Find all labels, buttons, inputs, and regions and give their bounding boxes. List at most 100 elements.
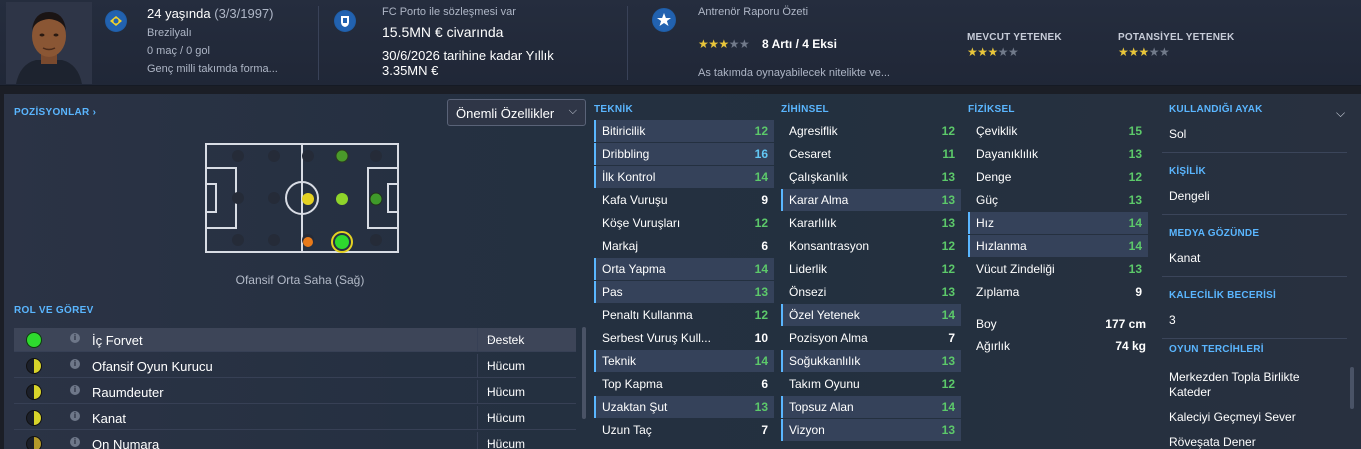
- position-dot: [232, 150, 244, 162]
- attribute-row[interactable]: Dribbling 16: [594, 143, 774, 165]
- info-icon[interactable]: i: [70, 359, 80, 369]
- role-row[interactable]: i Kanat Hücum ⌵: [14, 406, 576, 430]
- attribute-row[interactable]: Topsuz Alan 14: [781, 396, 961, 418]
- attribute-row[interactable]: Karar Alma 13: [781, 189, 961, 211]
- role-name: Ofansif Oyun Kurucu: [92, 359, 213, 374]
- positions-title[interactable]: POZİSYONLAR ›: [14, 107, 96, 118]
- profile-divider: [1162, 152, 1347, 153]
- personality-value: Dengeli: [1169, 189, 1210, 203]
- attribute-row[interactable]: Çeviklik 15: [968, 120, 1148, 142]
- header-divider: [318, 6, 319, 80]
- duty-dropdown[interactable]: Hücum ⌵: [477, 354, 576, 378]
- duty-dropdown[interactable]: Hücum ⌵: [477, 406, 576, 430]
- attribute-name: Markaj: [602, 239, 639, 253]
- role-row[interactable]: i On Numara Hücum ⌵: [14, 432, 576, 449]
- attribute-row[interactable]: Hız 14: [968, 212, 1148, 234]
- attribute-row[interactable]: Soğukkanlılık 13: [781, 350, 961, 372]
- attribute-row[interactable]: Serbest Vuruş Kull... 10: [594, 327, 774, 349]
- chevron-down-icon[interactable]: ⌵: [1336, 106, 1345, 121]
- attribute-value: 6: [761, 377, 768, 391]
- role-row[interactable]: i Ofansif Oyun Kurucu Hücum ⌵: [14, 354, 576, 378]
- attribute-name: Takım Oyunu: [789, 377, 860, 391]
- birth-date: (3/3/1997): [214, 6, 274, 21]
- coach-report-note[interactable]: As takımda oynayabilecek nitelikte ve...: [698, 67, 890, 79]
- attribute-row[interactable]: Penaltı Kullanma 12: [594, 304, 774, 326]
- attribute-row[interactable]: Vücut Zindeliği 13: [968, 258, 1148, 280]
- attribute-row[interactable]: Agresiflik 12: [781, 120, 961, 142]
- attribute-row[interactable]: Kararlılık 13: [781, 212, 961, 234]
- attribute-row[interactable]: Vizyon 13: [781, 419, 961, 441]
- role-row[interactable]: i İç Forvet Destek ⌵: [14, 328, 576, 352]
- attribute-row[interactable]: Dayanıklılık 13: [968, 143, 1148, 165]
- attribute-row[interactable]: Zıplama 9: [968, 281, 1148, 303]
- attribute-filter-dropdown[interactable]: Önemli Özellikler ⌵: [447, 99, 586, 126]
- flag-badge-icon: [105, 10, 127, 32]
- attribute-value: 12: [941, 239, 955, 253]
- attribute-row[interactable]: Önsezi 13: [781, 281, 961, 303]
- weight-label: Ağırlık: [976, 339, 1011, 353]
- contract-line-1: 30/6/2026 tarihine kadar Yıllık: [382, 48, 554, 63]
- role-row[interactable]: i Raumdeuter Hücum ⌵: [14, 380, 576, 404]
- attribute-name: Bitiricilik: [602, 124, 646, 138]
- attribute-name: Liderlik: [789, 262, 828, 276]
- chevron-down-icon: ⌵: [487, 410, 496, 422]
- attribute-row[interactable]: Teknik 14: [594, 350, 774, 372]
- attribute-row[interactable]: Takım Oyunu 12: [781, 373, 961, 395]
- attribute-value: 14: [1128, 216, 1142, 230]
- attribute-row[interactable]: Liderlik 12: [781, 258, 961, 280]
- info-icon[interactable]: i: [70, 411, 80, 421]
- attribute-row[interactable]: Markaj 6: [594, 235, 774, 257]
- attribute-value: 13: [941, 216, 955, 230]
- attribute-value: 13: [754, 400, 768, 414]
- traits-scrollbar[interactable]: [1350, 367, 1354, 409]
- info-icon[interactable]: i: [70, 385, 80, 395]
- attribute-row[interactable]: Pas 13: [594, 281, 774, 303]
- attribute-name: İlk Kontrol: [602, 170, 656, 184]
- attribute-row[interactable]: Güç 13: [968, 189, 1148, 211]
- info-icon[interactable]: i: [70, 333, 80, 343]
- attribute-value: 14: [941, 308, 955, 322]
- attribute-row[interactable]: Pozisyon Alma 7: [781, 327, 961, 349]
- duty-dropdown[interactable]: Hücum ⌵: [477, 380, 576, 404]
- attribute-row[interactable]: Top Kapma 6: [594, 373, 774, 395]
- duty-dropdown[interactable]: Destek ⌵: [477, 328, 576, 352]
- attribute-value: 14: [1128, 239, 1142, 253]
- attribute-row[interactable]: Orta Yapma 14: [594, 258, 774, 280]
- position-dot: [302, 150, 314, 162]
- attribute-value: 12: [754, 216, 768, 230]
- position-dot: [370, 234, 382, 246]
- attribute-row[interactable]: Denge 12: [968, 166, 1148, 188]
- chevron-down-icon: ⌵: [568, 105, 577, 117]
- attribute-row[interactable]: Çalışkanlık 13: [781, 166, 961, 188]
- roles-scrollbar[interactable]: [582, 327, 586, 419]
- height-row: Boy 177 cm: [968, 313, 1154, 335]
- duty-dropdown[interactable]: Hücum ⌵: [477, 432, 576, 449]
- attribute-name: Teknik: [602, 354, 637, 368]
- attribute-row[interactable]: Köşe Vuruşları 12: [594, 212, 774, 234]
- role-name: Raumdeuter: [92, 385, 164, 400]
- preferred-foot-value: Sol: [1169, 127, 1187, 141]
- attribute-value: 9: [761, 193, 768, 207]
- info-icon[interactable]: i: [70, 437, 80, 447]
- youth-international-note[interactable]: Genç milli takımda forma...: [147, 63, 278, 75]
- attribute-name: Vücut Zindeliği: [976, 262, 1055, 276]
- attribute-value: 14: [754, 354, 768, 368]
- attribute-row[interactable]: Uzun Taç 7: [594, 419, 774, 441]
- coach-report-title[interactable]: Antrenör Raporu Özeti: [698, 6, 808, 18]
- role-suitability-icon: [26, 384, 42, 400]
- attribute-row[interactable]: Özel Yetenek 14: [781, 304, 961, 326]
- attribute-row[interactable]: Kafa Vuruşu 9: [594, 189, 774, 211]
- attribute-row[interactable]: Hızlanma 14: [968, 235, 1148, 257]
- attribute-row[interactable]: Bitiricilik 12: [594, 120, 774, 142]
- attribute-name: Pas: [602, 285, 623, 299]
- header-divider: [627, 6, 628, 80]
- attribute-row[interactable]: Cesaret 11: [781, 143, 961, 165]
- attribute-name: Serbest Vuruş Kull...: [602, 331, 711, 345]
- attribute-value: 13: [1128, 147, 1142, 161]
- attribute-row[interactable]: Konsantrasyon 12: [781, 235, 961, 257]
- attribute-value: 13: [941, 285, 955, 299]
- player-header: 24 yaşında (3/3/1997) Brezilyalı 0 maç /…: [0, 0, 1361, 86]
- attribute-row[interactable]: Uzaktan Şut 13: [594, 396, 774, 418]
- attribute-row[interactable]: İlk Kontrol 14: [594, 166, 774, 188]
- position-dot: [335, 235, 349, 249]
